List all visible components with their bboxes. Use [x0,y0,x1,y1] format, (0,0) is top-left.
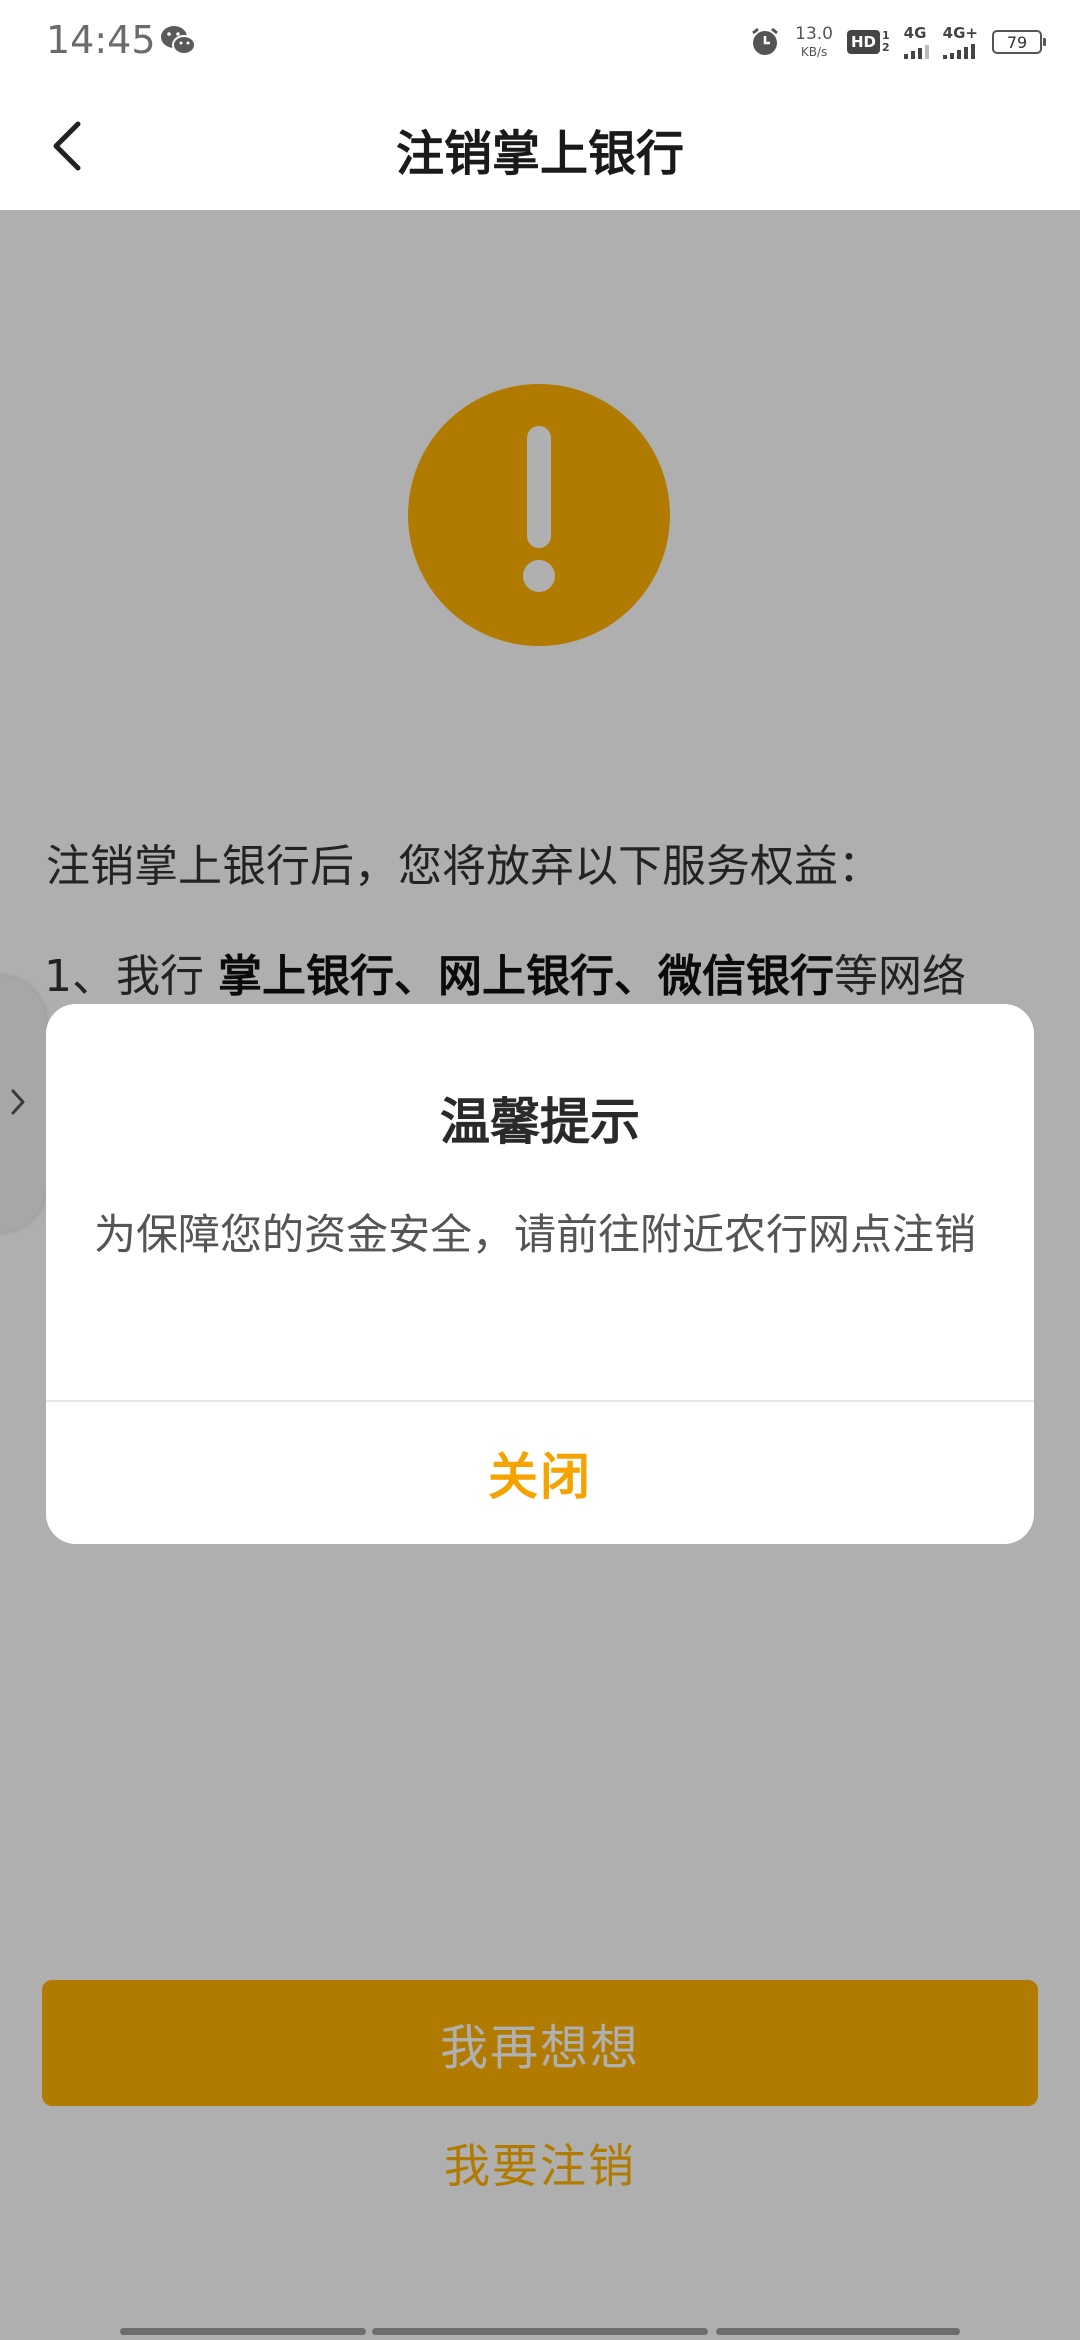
warm-tip-dialog: 温馨提示 为保障您的资金安全，请前往附近农行网点注销 关闭 [46,1004,1034,1544]
hd-sim-bottom: 2 [882,41,890,54]
wechat-icon [161,26,196,55]
hd-voice-icon: HD 1 2 [847,30,890,54]
alarm-icon [752,27,779,55]
dialog-title: 温馨提示 [440,1093,640,1151]
status-time: 14:45 [46,18,156,62]
sim1-signal-icon: 4G [903,23,929,59]
dialog-close-button[interactable]: 关闭 [46,1402,1034,1544]
network-speed-value: 13.0 [795,24,833,44]
page-title: 注销掌上银行 [395,126,684,182]
network-speed: 13.0 KB/s [795,24,833,59]
status-bar: 14:45 13.0 KB/s HD 1 2 4G 4G+ 79 [0,0,1080,84]
battery-level: 79 [1006,32,1028,52]
status-indicators: 13.0 KB/s HD 1 2 4G 4G+ 79 [749,22,1046,62]
navigation-bar: 注销掌上银行 [0,84,1080,210]
sim2-signal-icon: 4G+ [942,23,978,59]
hd-label: HD [847,30,881,54]
sim2-network-label: 4G+ [942,23,978,42]
network-speed-unit: KB/s [800,45,828,59]
sim1-network-label: 4G [903,23,927,42]
dialog-message: 为保障您的资金安全，请前往附近农行网点注销 [94,1210,977,1259]
battery-icon: 79 [992,30,1046,54]
